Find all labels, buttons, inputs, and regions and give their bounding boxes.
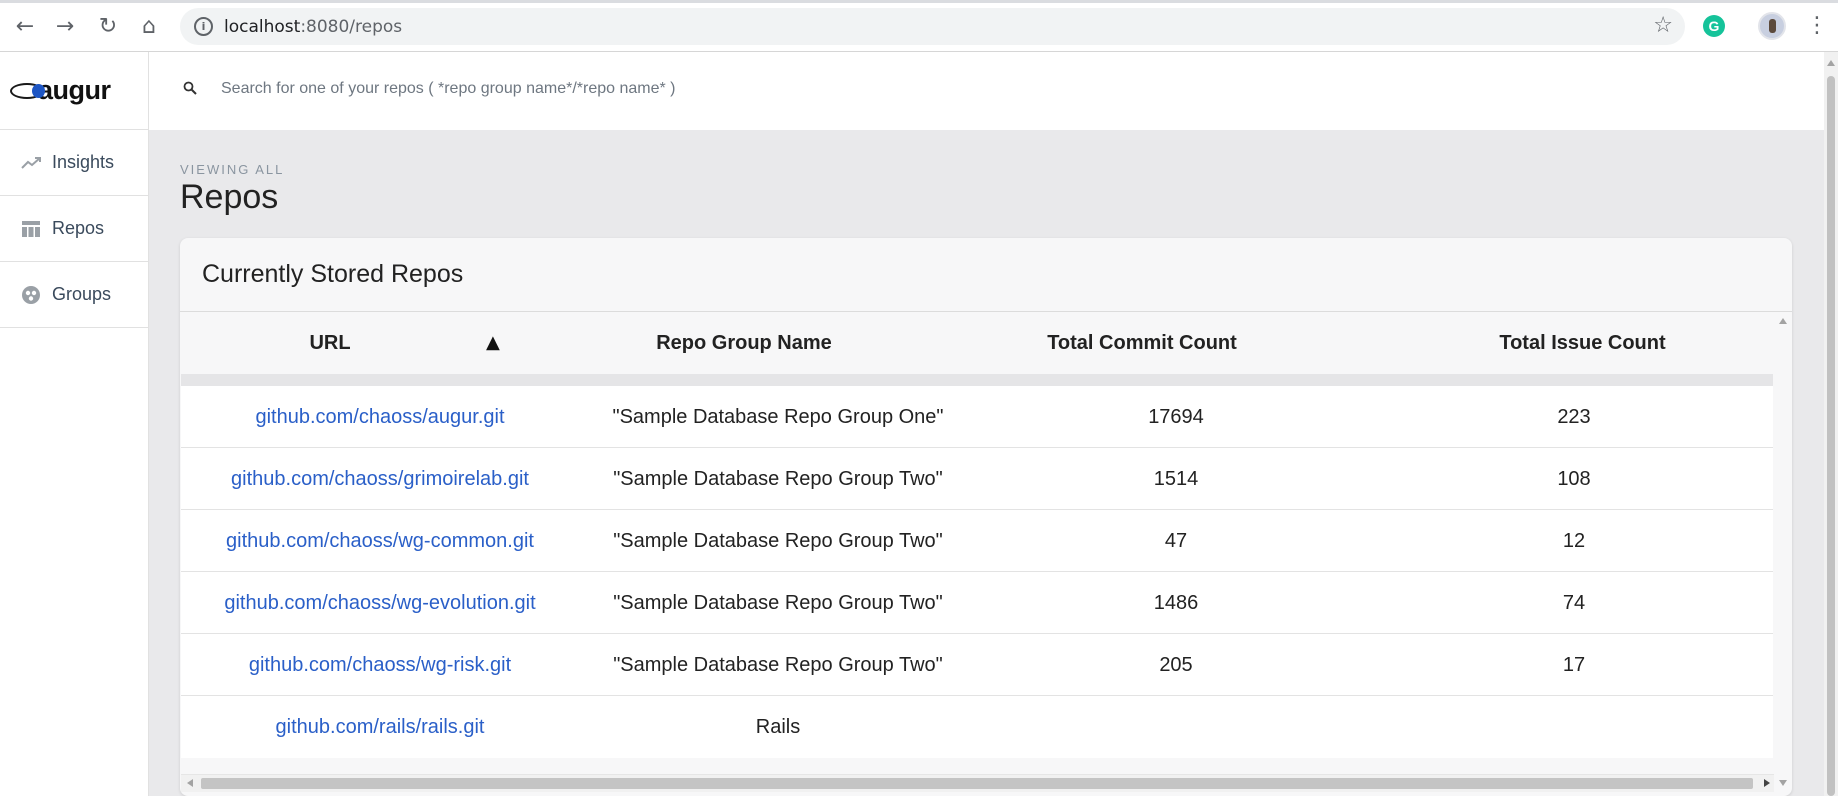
sidebar-item-groups[interactable]: Groups bbox=[0, 262, 148, 328]
repo-group-cell: "Sample Database Repo Group Two" bbox=[613, 591, 943, 614]
logo-text: augur bbox=[38, 75, 111, 105]
repo-search-input[interactable] bbox=[221, 74, 1121, 104]
address-url[interactable]: localhost:8080/repos bbox=[224, 17, 402, 37]
repos-table: URL ▲ Repo Group Name Total Commit Count… bbox=[181, 312, 1773, 758]
horizontal-scrollbar-thumb[interactable] bbox=[201, 778, 1753, 789]
issue-count-cell: 17 bbox=[1562, 653, 1586, 676]
top-search-bar bbox=[149, 52, 1824, 130]
browser-menu-icon[interactable]: ⋮ bbox=[1806, 12, 1828, 40]
scroll-up-arrow-icon[interactable] bbox=[1779, 318, 1787, 324]
commit-count-cell bbox=[977, 696, 1375, 758]
column-header-repo-group-name[interactable]: Repo Group Name bbox=[579, 312, 909, 374]
repo-url-cell: github.com/chaoss/augur.git bbox=[181, 386, 579, 448]
page-subtitle: VIEWING ALL bbox=[180, 162, 285, 177]
sidebar-item-label: Repos bbox=[52, 218, 105, 238]
repo-group-cell: "Sample Database Repo Group Two" bbox=[613, 653, 943, 676]
repo-url-cell: github.com/chaoss/wg-common.git bbox=[181, 510, 579, 572]
commit-count-cell: 1486 bbox=[1153, 591, 1199, 614]
browser-toolbar: ← → ↻ ⌂ i localhost:8080/repos ☆ G ⋮ bbox=[0, 0, 1838, 52]
repo-url-link[interactable]: github.com/chaoss/wg-risk.git bbox=[249, 654, 511, 677]
groups-icon bbox=[20, 284, 42, 306]
repo-group-cell: "Sample Database Repo Group Two" bbox=[613, 467, 943, 490]
repo-url-cell: github.com/chaoss/wg-evolution.git bbox=[181, 572, 579, 634]
reload-icon[interactable]: ↻ bbox=[93, 11, 123, 41]
card-title: Currently Stored Repos bbox=[202, 260, 464, 288]
column-header-url[interactable]: URL bbox=[181, 312, 479, 374]
repo-url-link[interactable]: github.com/chaoss/augur.git bbox=[255, 406, 504, 429]
address-bar[interactable]: i localhost:8080/repos ☆ bbox=[180, 8, 1685, 45]
page-scrollbar[interactable] bbox=[1824, 52, 1838, 796]
table-row: github.com/chaoss/wg-evolution.git "Samp… bbox=[181, 572, 1773, 634]
search-icon bbox=[183, 81, 197, 95]
sidebar: augur Insights Repos Groups bbox=[0, 52, 149, 796]
column-header-label: Total Issue Count bbox=[1499, 331, 1666, 354]
table-body: github.com/chaoss/augur.git "Sample Data… bbox=[181, 386, 1773, 758]
table-row: github.com/chaoss/grimoirelab.git "Sampl… bbox=[181, 448, 1773, 510]
forward-icon[interactable]: → bbox=[50, 11, 80, 41]
repo-url-cell: github.com/rails/rails.git bbox=[181, 696, 579, 758]
scroll-left-arrow-icon[interactable] bbox=[187, 779, 193, 787]
repo-url-link[interactable]: github.com/rails/rails.git bbox=[276, 716, 485, 739]
back-icon[interactable]: ← bbox=[10, 11, 40, 41]
repo-group-cell: Rails bbox=[755, 715, 801, 738]
sidebar-item-label: Insights bbox=[52, 152, 115, 172]
commit-count-cell: 1514 bbox=[1153, 467, 1199, 490]
home-icon[interactable]: ⌂ bbox=[134, 11, 164, 41]
trending-up-icon bbox=[20, 152, 42, 174]
column-header-label: Repo Group Name bbox=[656, 331, 832, 354]
scroll-up-arrow-icon[interactable] bbox=[1827, 60, 1835, 66]
augur-logo[interactable]: augur bbox=[0, 52, 148, 130]
column-header-total-issue-count[interactable]: Total Issue Count bbox=[1375, 312, 1790, 374]
issue-count-cell bbox=[1375, 696, 1773, 758]
table-icon bbox=[20, 218, 42, 240]
column-header-label: Total Commit Count bbox=[1047, 331, 1237, 354]
table-horizontal-scrollbar[interactable] bbox=[181, 774, 1774, 792]
repo-url-link[interactable]: github.com/chaoss/wg-evolution.git bbox=[224, 592, 535, 615]
scroll-right-arrow-icon[interactable] bbox=[1764, 779, 1770, 787]
sort-ascending-icon[interactable]: ▲ bbox=[486, 332, 500, 353]
column-header-total-commit-count[interactable]: Total Commit Count bbox=[977, 312, 1307, 374]
repo-group-cell: "Sample Database Repo Group One" bbox=[612, 405, 944, 428]
site-info-icon[interactable]: i bbox=[194, 17, 213, 36]
grammarly-extension-icon[interactable]: G bbox=[1703, 15, 1725, 37]
table-vertical-scrollbar[interactable] bbox=[1774, 312, 1792, 786]
tab-strip-edge bbox=[0, 0, 1838, 3]
issue-count-cell: 12 bbox=[1562, 529, 1586, 552]
table-header-band bbox=[181, 374, 1773, 386]
repo-url-link[interactable]: github.com/chaoss/grimoirelab.git bbox=[231, 468, 529, 491]
table-row: github.com/chaoss/augur.git "Sample Data… bbox=[181, 386, 1773, 448]
column-header-label: URL bbox=[309, 331, 351, 354]
table-row: github.com/chaoss/wg-risk.git "Sample Da… bbox=[181, 634, 1773, 696]
table-row: github.com/rails/rails.git Rails bbox=[181, 696, 1773, 758]
page-scrollbar-thumb[interactable] bbox=[1827, 76, 1835, 796]
repo-url-cell: github.com/chaoss/grimoirelab.git bbox=[181, 448, 579, 510]
table-row: github.com/chaoss/wg-common.git "Sample … bbox=[181, 510, 1773, 572]
repos-card: Currently Stored Repos URL ▲ Repo Group … bbox=[180, 238, 1792, 796]
commit-count-cell: 205 bbox=[1159, 653, 1193, 676]
bookmark-star-icon[interactable]: ☆ bbox=[1653, 13, 1673, 38]
table-header: URL ▲ Repo Group Name Total Commit Count… bbox=[181, 312, 1773, 374]
page-title: Repos bbox=[180, 178, 279, 216]
commit-count-cell: 47 bbox=[1164, 529, 1188, 552]
profile-avatar[interactable] bbox=[1758, 12, 1786, 40]
url-path: :8080/repos bbox=[300, 17, 403, 37]
issue-count-cell: 74 bbox=[1562, 591, 1586, 614]
augur-eye-logo-icon bbox=[10, 81, 45, 101]
repo-group-cell: "Sample Database Repo Group Two" bbox=[613, 529, 943, 552]
repo-url-link[interactable]: github.com/chaoss/wg-common.git bbox=[226, 530, 534, 553]
scroll-down-arrow-icon[interactable] bbox=[1779, 780, 1787, 786]
commit-count-cell: 17694 bbox=[1148, 405, 1204, 428]
sidebar-item-insights[interactable]: Insights bbox=[0, 130, 148, 196]
sidebar-item-label: Groups bbox=[52, 284, 112, 304]
issue-count-cell: 223 bbox=[1557, 405, 1591, 428]
issue-count-cell: 108 bbox=[1557, 467, 1591, 490]
url-host: localhost bbox=[224, 17, 301, 37]
sidebar-item-repos[interactable]: Repos bbox=[0, 196, 148, 262]
repo-url-cell: github.com/chaoss/wg-risk.git bbox=[181, 634, 579, 696]
